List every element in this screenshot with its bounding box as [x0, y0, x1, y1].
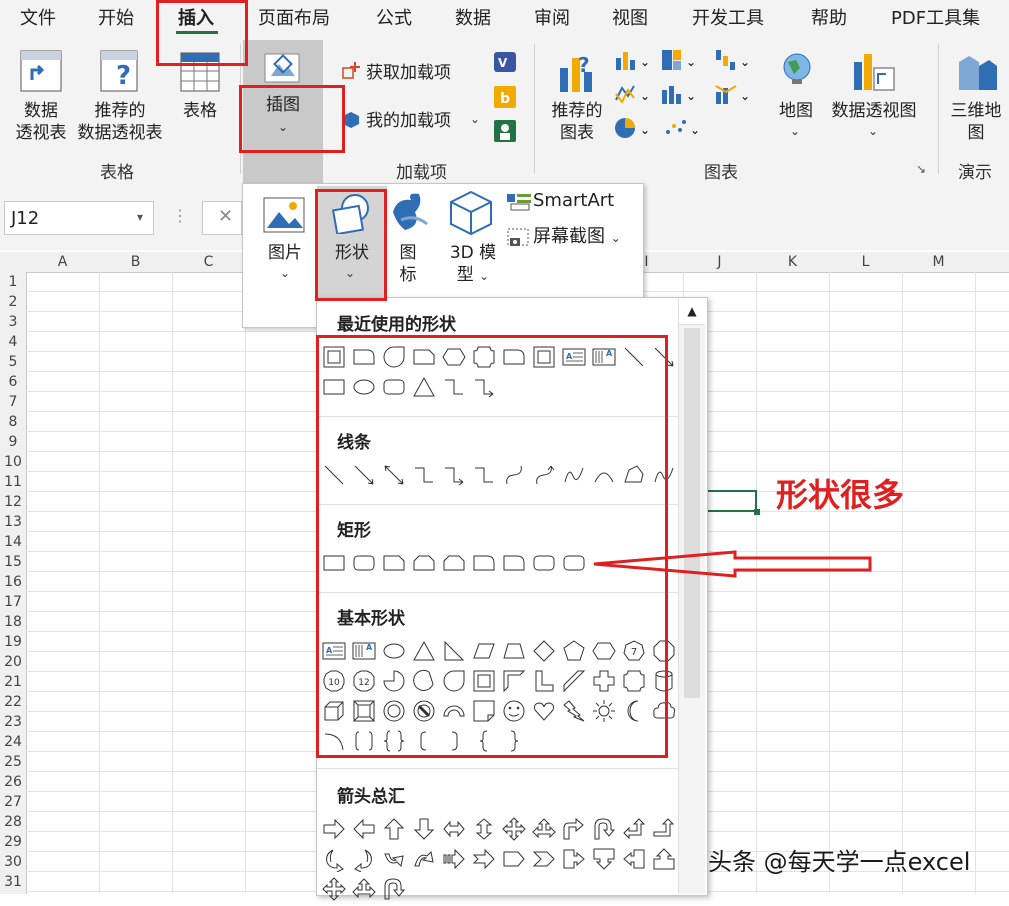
scrollbar-thumb[interactable]: [684, 328, 700, 698]
row-header-7[interactable]: 7: [0, 394, 26, 410]
screenshot-button[interactable]: 屏幕截图 ⌄: [533, 226, 621, 249]
3d-model-label-2: 型 ⌄: [456, 265, 490, 285]
icons-icon: [387, 190, 433, 238]
shape-anotch-icon[interactable]: [471, 846, 497, 872]
row-header-13[interactable]: 13: [0, 514, 26, 530]
annotation-text: 形状很多: [776, 476, 905, 514]
screenshot-icon: [507, 228, 531, 254]
shape-alru-icon[interactable]: [351, 876, 377, 902]
row-header-17[interactable]: 17: [0, 594, 26, 610]
shape-achev-icon[interactable]: [531, 846, 557, 872]
smartart-button[interactable]: SmartArt: [533, 190, 614, 212]
shape-acallu-icon[interactable]: [651, 846, 677, 872]
grid-line: [829, 272, 830, 894]
watermark: 头条 @每天学一点excel: [708, 848, 971, 876]
row-header-4[interactable]: 4: [0, 334, 26, 350]
row-header-29[interactable]: 29: [0, 834, 26, 850]
row-header-21[interactable]: 21: [0, 674, 26, 690]
row-header-3[interactable]: 3: [0, 314, 26, 330]
icons-button[interactable]: 图 标: [393, 242, 423, 286]
row-header-16[interactable]: 16: [0, 574, 26, 590]
row-header-11[interactable]: 11: [0, 474, 26, 490]
shape-acurvd-icon[interactable]: [411, 846, 437, 872]
smartart-icon: [507, 192, 531, 216]
highlight-insert-tab: [156, 0, 248, 66]
row-header-14[interactable]: 14: [0, 534, 26, 550]
shape-aquad-icon[interactable]: [321, 876, 347, 902]
shape-acalld-icon[interactable]: [591, 846, 617, 872]
grid-line: [245, 272, 246, 894]
shape-au-icon[interactable]: [381, 816, 407, 842]
row-header-23[interactable]: 23: [0, 714, 26, 730]
grid-line: [902, 272, 903, 894]
row-header-18[interactable]: 18: [0, 614, 26, 630]
row-header-22[interactable]: 22: [0, 694, 26, 710]
row-header-12[interactable]: 12: [0, 494, 26, 510]
shape-aquad-icon[interactable]: [501, 816, 527, 842]
grid-line: [975, 272, 976, 894]
row-header-28[interactable]: 28: [0, 814, 26, 830]
shape-abent-icon[interactable]: [561, 816, 587, 842]
shape-alr-icon[interactable]: [441, 816, 467, 842]
row-header-24[interactable]: 24: [0, 734, 26, 750]
row-header-27[interactable]: 27: [0, 794, 26, 810]
row-header-8[interactable]: 8: [0, 414, 26, 430]
shape-acurvr-icon[interactable]: [321, 846, 347, 873]
3d-model-icon: [449, 190, 493, 240]
row-header-10[interactable]: 10: [0, 454, 26, 470]
annotation-arrow: [593, 550, 872, 578]
row-header-30[interactable]: 30: [0, 854, 26, 870]
grid-line: [172, 272, 173, 894]
gallery-scrollbar[interactable]: ▲: [678, 298, 705, 894]
3d-model-button[interactable]: 3D 模 型 ⌄: [443, 242, 503, 287]
picture-dropdown-icon[interactable]: ⌄: [280, 266, 290, 280]
shape-astripe-icon[interactable]: [441, 846, 467, 872]
row-header-9[interactable]: 9: [0, 434, 26, 450]
3d-model-label-1: 3D 模: [449, 243, 497, 263]
highlight-illustrations: [239, 85, 345, 153]
shape-auturn-icon[interactable]: [381, 876, 407, 902]
shape-abentup-icon[interactable]: [651, 816, 677, 842]
shape-alru-icon[interactable]: [531, 816, 557, 842]
shape-ad-icon[interactable]: [411, 816, 437, 842]
shape-al-icon[interactable]: [351, 816, 377, 842]
row-header-25[interactable]: 25: [0, 754, 26, 770]
highlight-shapes-button: [315, 189, 387, 301]
grid-line: [99, 272, 100, 894]
shape-aleftup-icon[interactable]: [621, 816, 647, 842]
scroll-up-icon[interactable]: ▲: [679, 298, 705, 325]
picture-icon: [263, 194, 305, 240]
shape-acurvl-icon[interactable]: [351, 846, 377, 873]
row-header-1[interactable]: 1: [0, 274, 26, 290]
shape-acurvu-icon[interactable]: [381, 846, 407, 872]
shape-aud-icon[interactable]: [471, 816, 497, 842]
row-header-5[interactable]: 5: [0, 354, 26, 370]
shape-acallr-icon[interactable]: [561, 846, 587, 872]
icons-label-2: 标: [399, 265, 417, 285]
row-header-15[interactable]: 15: [0, 554, 26, 570]
icons-label-1: 图: [399, 243, 417, 263]
row-header-2[interactable]: 2: [0, 294, 26, 310]
shape-auturn-icon[interactable]: [591, 816, 617, 842]
row-header-19[interactable]: 19: [0, 634, 26, 650]
picture-button[interactable]: 图片: [263, 242, 307, 264]
row-header-20[interactable]: 20: [0, 654, 26, 670]
highlight-shapes-area: [316, 335, 668, 758]
shape-ar-icon[interactable]: [321, 816, 347, 842]
grid-line: [756, 272, 757, 894]
fill-handle[interactable]: [754, 509, 760, 515]
row-header-31[interactable]: 31: [0, 874, 26, 890]
shape-acalll-icon[interactable]: [621, 846, 647, 872]
shape-apent-icon[interactable]: [501, 846, 527, 872]
row-header-6[interactable]: 6: [0, 374, 26, 390]
row-header-26[interactable]: 26: [0, 774, 26, 790]
